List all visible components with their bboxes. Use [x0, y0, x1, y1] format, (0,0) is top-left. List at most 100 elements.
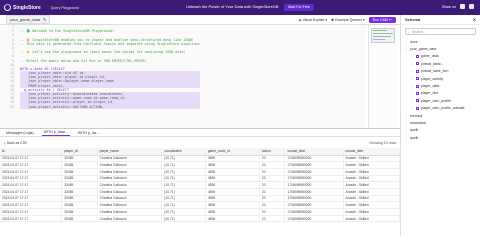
- table-cell: 2023-04-07 17:17: [0, 161, 63, 169]
- chevron-right-icon[interactable]: ›: [411, 62, 414, 66]
- table-cell: Arcade - Skilled: [343, 155, 401, 163]
- table-row[interactable]: 2023-04-07 17:17 33455 Chantha Galluccio [1…: [0, 168, 401, 176]
- table-cell: 20: [259, 195, 286, 203]
- schema-search-input[interactable]: ⌕ Search...: [405, 28, 476, 35]
- table-cell: 4896: [205, 181, 260, 189]
- schema-table-item[interactable]: › player_activity: [401, 75, 480, 82]
- tab-messages[interactable]: Messages (Logs): [4, 130, 36, 136]
- table-cell: [10,71]: [161, 181, 206, 189]
- table-row[interactable]: 2023-04-07 17:17 33455 Chantha Galluccio [1…: [0, 181, 401, 189]
- code-editor[interactable]: 1 2 3 4 5 6 7 8 9 10 11 12 13 14 15 16 17 18 19 20 -- 🐉 Wel…: [0, 25, 365, 128]
- table-cell: [10,71]: [161, 208, 206, 216]
- schema-database-item[interactable]: › lpsdb: [401, 127, 480, 134]
- example-queries-button[interactable]: ✱ Example Queries ▾: [331, 18, 365, 22]
- table-cell: 2023-04-07 17:17: [0, 168, 63, 176]
- table-cell: 33455: [61, 188, 98, 196]
- chevron-right-icon[interactable]: ›: [405, 114, 408, 118]
- column-header[interactable]: concat_item: [343, 148, 401, 156]
- table-cell: 4896: [205, 168, 260, 176]
- save-csv-button[interactable]: ⤓ Save as CSV: [4, 141, 27, 145]
- table-cell: Arcade - Skilled: [343, 181, 401, 189]
- chevron-right-icon[interactable]: ›: [411, 54, 414, 58]
- schema-table-item[interactable]: › player_dim: [401, 90, 480, 97]
- schema-table-item[interactable]: › player_data: [401, 82, 480, 89]
- run-button[interactable]: Run CMD ↵: [368, 16, 396, 23]
- table-cell: Chantha Galluccio: [97, 155, 163, 163]
- chevron-right-icon[interactable]: ›: [411, 84, 414, 88]
- chevron-right-icon[interactable]: ›: [411, 106, 414, 110]
- schema-item-label: player_dim: [421, 91, 439, 96]
- table-cell: [10,71]: [161, 188, 206, 196]
- table-row[interactable]: 2023-04-07 17:17 33455 Chantha Galluccio [1…: [0, 208, 401, 216]
- chevron-right-icon[interactable]: ›: [405, 136, 408, 140]
- schema-table-item[interactable]: › pinball_table_bon: [401, 68, 480, 75]
- schema-table-item[interactable]: › player_user_profile_walcafe: [401, 105, 480, 112]
- chevron-right-icon[interactable]: ›: [405, 47, 408, 51]
- promo-text: Unleash the Power of Your Data with Sing…: [186, 4, 279, 9]
- table-row[interactable]: 2023-04-07 17:17 33455 Chantha Galluccio [1…: [0, 195, 401, 203]
- chevron-right-icon[interactable]: ›: [405, 128, 408, 132]
- table-row[interactable]: 2023-04-07 17:17 33455 Chantha Galluccio [1…: [0, 188, 401, 196]
- schema-table-item[interactable]: › player_user_profile: [401, 97, 480, 104]
- logo-text: SingleStore: [13, 4, 41, 11]
- code-line[interactable]: json_player_activity::$ACTION ACTION,: [20, 104, 200, 109]
- table-cell: Arcade - Skilled: [343, 201, 401, 209]
- tab-result-2[interactable]: WITH p_da...: [76, 130, 101, 136]
- column-header[interactable]: player_name: [97, 148, 163, 156]
- table-cell: Chantha Galluccio: [97, 188, 163, 196]
- column-header[interactable]: action: [259, 148, 286, 156]
- chevron-right-icon[interactable]: ›: [405, 121, 408, 125]
- schema-item-label: player_data: [421, 84, 440, 89]
- table-cell: 4896: [205, 175, 260, 183]
- column-header[interactable]: coordinates: [161, 148, 206, 156]
- column-header[interactable]: player_id: [61, 148, 98, 156]
- table-row[interactable]: 2023-04-07 17:17 33455 Chantha Galluccio [1…: [0, 161, 401, 169]
- visual-explain-label: Visual Explain: [302, 17, 325, 22]
- edit-icon[interactable]: ✎: [43, 17, 46, 22]
- sql-code[interactable]: -- 🐉 Welcome to the SingleStoreDB Playgr…: [20, 25, 200, 109]
- table-cell: Chantha Galluccio: [97, 168, 163, 176]
- code-line[interactable]: -- 👉 Let's use the playground to learn a…: [20, 50, 200, 54]
- schema-table-item[interactable]: › game_data: [401, 53, 480, 60]
- table-cell: 1708496980000: [284, 168, 344, 176]
- visual-explain-button[interactable]: ◈ Visual Explain ▾: [299, 18, 327, 22]
- twitter-icon[interactable]: [460, 4, 465, 9]
- table-cell: [10,71]: [161, 168, 206, 176]
- chevron-right-icon[interactable]: ›: [405, 40, 408, 44]
- chevron-right-icon[interactable]: ›: [411, 91, 414, 95]
- table-cell: 1708496980000: [284, 195, 344, 203]
- chevron-right-icon[interactable]: ›: [411, 77, 414, 81]
- schema-database-item[interactable]: › nearwatch: [401, 119, 480, 126]
- schema-database-item[interactable]: › memsql: [401, 112, 480, 119]
- linkedin-icon[interactable]: [469, 4, 474, 9]
- table-row[interactable]: 2023-04-07 17:17 33455 Chantha Galluccio [1…: [0, 201, 401, 209]
- tab-result-1[interactable]: WITH p_data...: [41, 129, 70, 136]
- schema-database-item[interactable]: › lpsdb: [401, 134, 480, 141]
- tab-your-game-data[interactable]: your_game_data ✎: [6, 15, 51, 24]
- table-cell: 2023-04-07 17:17: [0, 208, 63, 216]
- close-icon[interactable]: ✕: [473, 17, 476, 22]
- table-row[interactable]: 2023-04-07 17:17 33455 Chantha Galluccio [1…: [0, 155, 401, 163]
- table-cell: Arcade - Skilled: [343, 168, 401, 176]
- column-header[interactable]: concat_time: [284, 148, 344, 156]
- column-header[interactable]: ts: [0, 148, 63, 156]
- table-cell: [10,71]: [161, 175, 206, 183]
- table-row[interactable]: 2023-04-07 17:17 33455 Chantha Galluccio [1…: [0, 175, 401, 183]
- code-line[interactable]: -- This data is generated from Confluent…: [20, 42, 200, 46]
- schema-item-label: player_user_profile_walcafe: [421, 106, 465, 111]
- schema-database-item[interactable]: › docs: [401, 38, 480, 45]
- logo[interactable]: SingleStore: [4, 4, 41, 11]
- chevron-right-icon[interactable]: ›: [411, 99, 414, 103]
- schema-database-item[interactable]: › your_game_data: [401, 45, 480, 52]
- start-free-button[interactable]: Start For Free: [284, 3, 314, 11]
- table-row[interactable]: 2023-04-07 17:17 33455 Chantha Galluccio [1…: [0, 215, 401, 223]
- table-cell: 4896: [205, 215, 260, 223]
- schema-tree: › docs › your_game_data › game_data › pinball_t…: [401, 38, 480, 141]
- schema-table-item[interactable]: › pinball_table...: [401, 60, 480, 67]
- column-header[interactable]: game_room_id: [205, 148, 260, 156]
- minimap[interactable]: [368, 25, 398, 128]
- schema-item-label: lpsdb: [410, 128, 419, 133]
- table-cell: 20: [259, 161, 286, 169]
- schema-item-label: player_activity: [421, 76, 444, 81]
- chevron-right-icon[interactable]: ›: [411, 69, 414, 73]
